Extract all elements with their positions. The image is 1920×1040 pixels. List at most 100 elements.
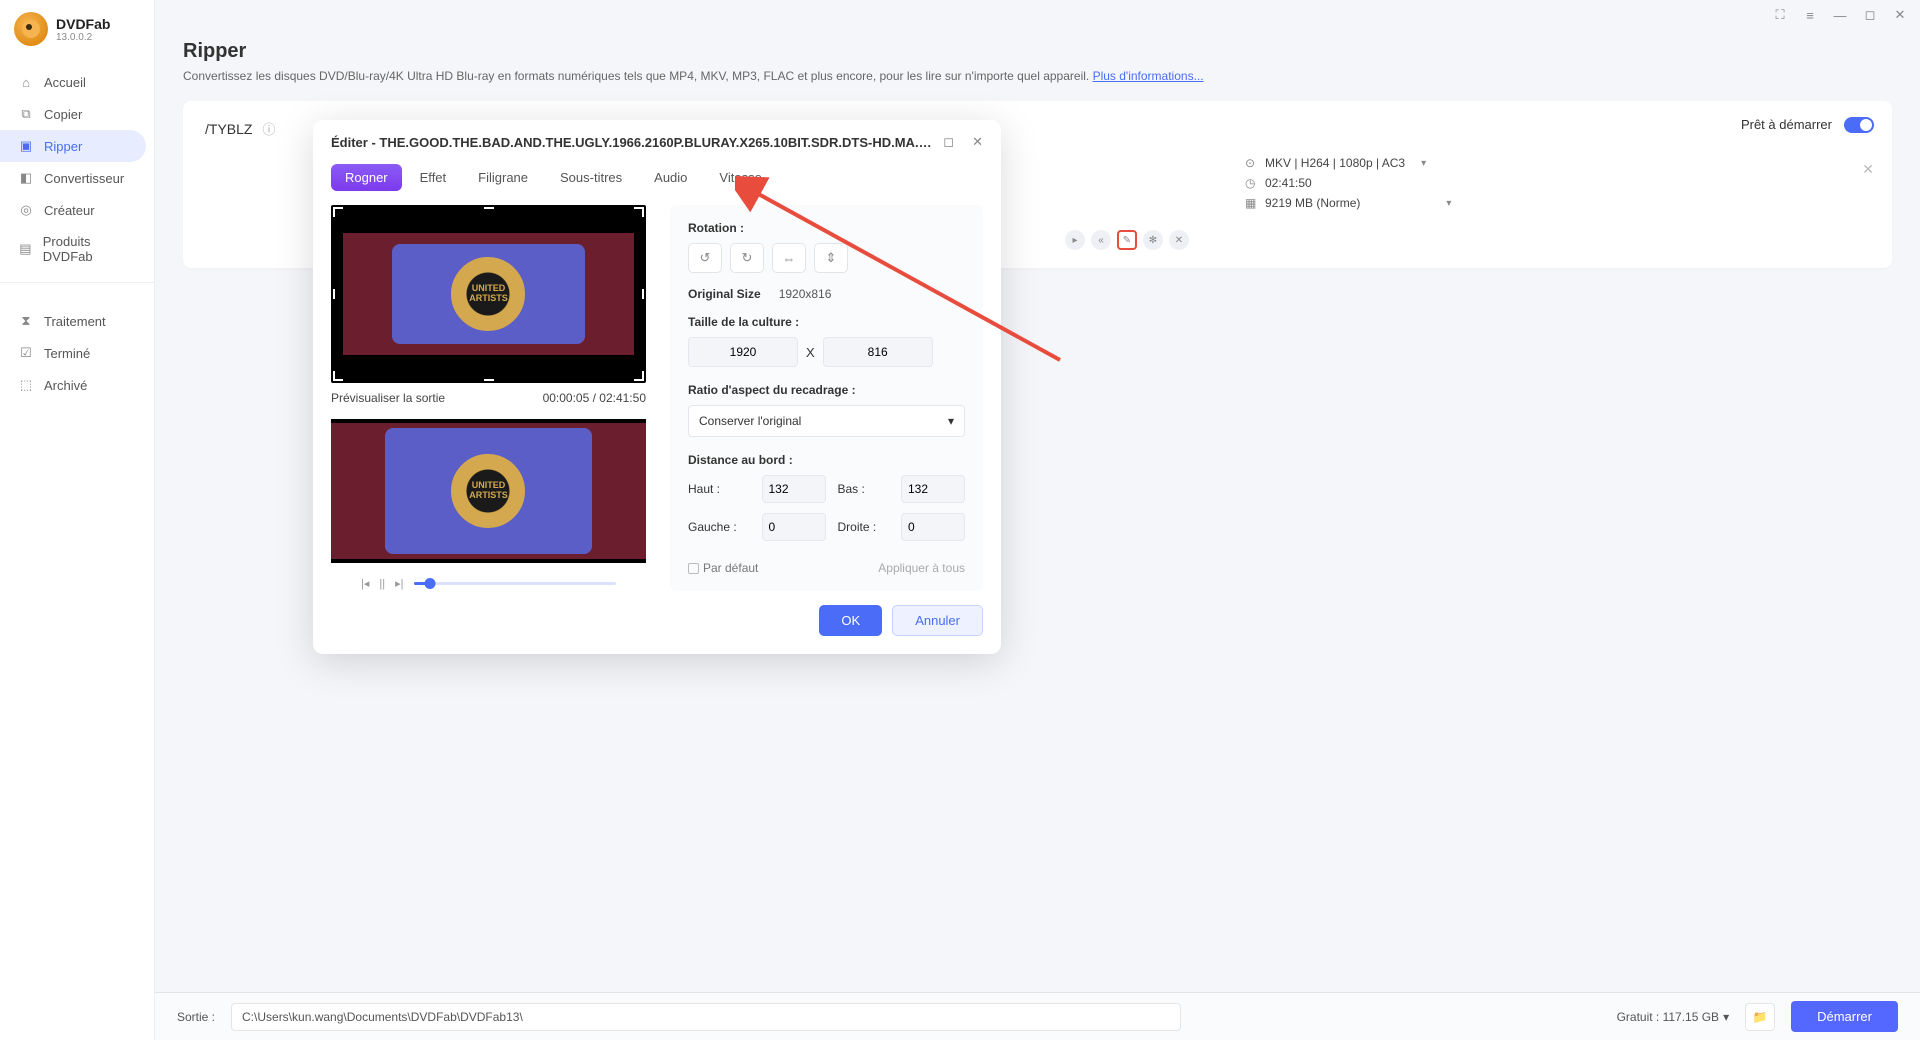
size-text: 9219 MB (Norme) bbox=[1265, 196, 1360, 210]
tab-filigrane[interactable]: Filigrane bbox=[464, 164, 542, 191]
modal-close-icon[interactable]: ✕ bbox=[972, 134, 983, 150]
chevron-down-icon: ▾ bbox=[948, 414, 954, 428]
processing-icon: ⧗ bbox=[18, 313, 34, 329]
nav-archive[interactable]: ⬚ Archivé bbox=[0, 369, 154, 401]
minimize-icon[interactable]: — bbox=[1832, 7, 1848, 23]
tab-effet[interactable]: Effet bbox=[406, 164, 461, 191]
tab-vitesse[interactable]: Vitesse bbox=[705, 164, 775, 191]
nav-accueil[interactable]: ⌂Accueil bbox=[0, 66, 154, 98]
chevron-down-icon[interactable]: ▾ bbox=[1723, 1010, 1729, 1024]
edge-top-label: Haut : bbox=[688, 482, 750, 496]
preview-crop-area[interactable]: UNITED ARTISTS bbox=[331, 205, 646, 383]
page-header: Ripper Convertissez les disques DVD/Blu-… bbox=[155, 30, 1920, 101]
output-path[interactable]: C:\Users\kun.wang\Documents\DVDFab\DVDFa… bbox=[231, 1003, 1181, 1031]
settings-button[interactable]: ✻ bbox=[1143, 230, 1163, 250]
edge-top-input[interactable] bbox=[762, 475, 826, 503]
flip-h-button[interactable]: ⇔ bbox=[772, 243, 806, 273]
next-frame-button[interactable]: ▸| bbox=[395, 577, 403, 590]
nav-ripper[interactable]: ▣ Ripper bbox=[0, 130, 146, 162]
nav-termine[interactable]: ☑Terminé bbox=[0, 337, 154, 369]
edge-bottom-label: Bas : bbox=[838, 482, 890, 496]
tab-audio[interactable]: Audio bbox=[640, 164, 701, 191]
nav-copier[interactable]: ⧉ Copier bbox=[0, 98, 154, 130]
edge-left-input[interactable] bbox=[762, 513, 826, 541]
remove-task-icon[interactable]: ✕ bbox=[1862, 161, 1874, 178]
playback-controls: |◂ || ▸| bbox=[331, 577, 646, 590]
nav-traitement[interactable]: ⧗ Traitement bbox=[0, 305, 154, 337]
nav-label: Accueil bbox=[44, 75, 86, 90]
nav-divider bbox=[0, 282, 154, 283]
nav-convertisseur[interactable]: ◧ Convertisseur bbox=[0, 162, 154, 194]
apply-all-button[interactable]: Appliquer à tous bbox=[878, 561, 965, 575]
gift-icon[interactable]: ⛶ bbox=[1772, 7, 1788, 23]
size-icon: ▦ bbox=[1245, 196, 1259, 210]
convert-icon: ◧ bbox=[18, 170, 34, 186]
close-icon[interactable]: ✕ bbox=[1892, 7, 1908, 23]
rotate-cw-button[interactable]: ↻ bbox=[730, 243, 764, 273]
menu-icon[interactable]: ≡ bbox=[1802, 7, 1818, 23]
rotate-ccw-button[interactable]: ↺ bbox=[688, 243, 722, 273]
aspect-label: Ratio d'aspect du recadrage : bbox=[688, 383, 965, 397]
nav-label: Créateur bbox=[44, 203, 95, 218]
preview-output: UNITED ARTISTS bbox=[331, 419, 646, 563]
more-info-link[interactable]: Plus d'informations... bbox=[1093, 69, 1204, 83]
enable-toggle[interactable] bbox=[1844, 117, 1874, 133]
nav-primary: ⌂Accueil ⧉Copier ▣Ripper ◧Convertisseur … bbox=[0, 54, 154, 272]
maximize-icon[interactable]: ◻ bbox=[1862, 7, 1878, 23]
browse-folder-button[interactable]: 📁 bbox=[1745, 1003, 1775, 1031]
edge-bottom-input[interactable] bbox=[901, 475, 965, 503]
nav-label: Copier bbox=[44, 107, 82, 122]
edge-right-input[interactable] bbox=[901, 513, 965, 541]
app-logo-area: DVDFab 13.0.0.2 bbox=[0, 0, 154, 54]
app-version: 13.0.0.2 bbox=[56, 32, 110, 43]
default-button[interactable]: Par défaut bbox=[688, 561, 758, 575]
orig-size-label: Original Size bbox=[688, 287, 761, 301]
free-space: Gratuit : 117.15 GB▾ bbox=[1617, 1010, 1730, 1024]
flip-v-button[interactable]: ⇕ bbox=[814, 243, 848, 273]
crop-width-input[interactable] bbox=[688, 337, 798, 367]
nav-label: Archivé bbox=[44, 378, 87, 393]
copy-icon: ⧉ bbox=[18, 106, 34, 122]
nav-produits[interactable]: ▤Produits DVDFab bbox=[0, 226, 154, 272]
products-icon: ▤ bbox=[18, 241, 33, 257]
orig-size-value: 1920x816 bbox=[779, 287, 832, 301]
sidebar: DVDFab 13.0.0.2 ⌂Accueil ⧉ Copier ▣ Ripper… bbox=[0, 0, 155, 1040]
cancel-button[interactable]: Annuler bbox=[892, 605, 983, 636]
task-title: /TYBLZ bbox=[205, 121, 252, 137]
ok-button[interactable]: OK bbox=[819, 605, 882, 636]
tab-rogner[interactable]: Rogner bbox=[331, 164, 402, 191]
edit-button[interactable]: ✎ bbox=[1117, 230, 1137, 250]
nav-label: Convertisseur bbox=[44, 171, 124, 186]
format-icon: ⊙ bbox=[1245, 156, 1259, 170]
tab-sous-titres[interactable]: Sous-titres bbox=[546, 164, 636, 191]
archive-icon: ⬚ bbox=[18, 377, 34, 393]
edge-label: Distance au bord : bbox=[688, 453, 965, 467]
play-button[interactable]: ▸ bbox=[1065, 230, 1085, 250]
prev-frame-button[interactable]: |◂ bbox=[361, 577, 369, 590]
output-label: Sortie : bbox=[177, 1010, 215, 1024]
aspect-select[interactable]: Conserver l'original▾ bbox=[688, 405, 965, 437]
info-icon[interactable]: ⓘ bbox=[262, 119, 275, 138]
ready-label: Prêt à démarrer bbox=[1741, 117, 1832, 132]
start-button[interactable]: Démarrer bbox=[1791, 1001, 1898, 1032]
crop-height-input[interactable] bbox=[823, 337, 933, 367]
close-action-button[interactable]: ✕ bbox=[1169, 230, 1189, 250]
clock-icon: ◷ bbox=[1245, 176, 1259, 190]
footer: Sortie : C:\Users\kun.wang\Documents\DVD… bbox=[155, 992, 1920, 1040]
pause-button[interactable]: || bbox=[379, 578, 385, 590]
nav-label: Ripper bbox=[44, 139, 82, 154]
edge-right-label: Droite : bbox=[838, 520, 890, 534]
free-space-text: Gratuit : 117.15 GB bbox=[1617, 1010, 1720, 1024]
prev-button[interactable]: « bbox=[1091, 230, 1111, 250]
crop-size-label: Taille de la culture : bbox=[688, 315, 965, 329]
page-title: Ripper bbox=[183, 40, 1892, 63]
chevron-down-icon[interactable]: ▾ bbox=[1446, 198, 1451, 209]
nav-createur[interactable]: ◎Créateur bbox=[0, 194, 154, 226]
action-buttons: ▸ « ✎ ✻ ✕ bbox=[1065, 230, 1870, 250]
studio-logo: UNITED ARTISTS bbox=[451, 454, 525, 528]
seek-slider[interactable] bbox=[414, 582, 617, 585]
nav-label: Traitement bbox=[44, 314, 106, 329]
modal-maximize-icon[interactable]: ◻ bbox=[943, 134, 954, 150]
ripper-icon: ▣ bbox=[18, 138, 34, 154]
chevron-down-icon[interactable]: ▾ bbox=[1421, 158, 1426, 169]
